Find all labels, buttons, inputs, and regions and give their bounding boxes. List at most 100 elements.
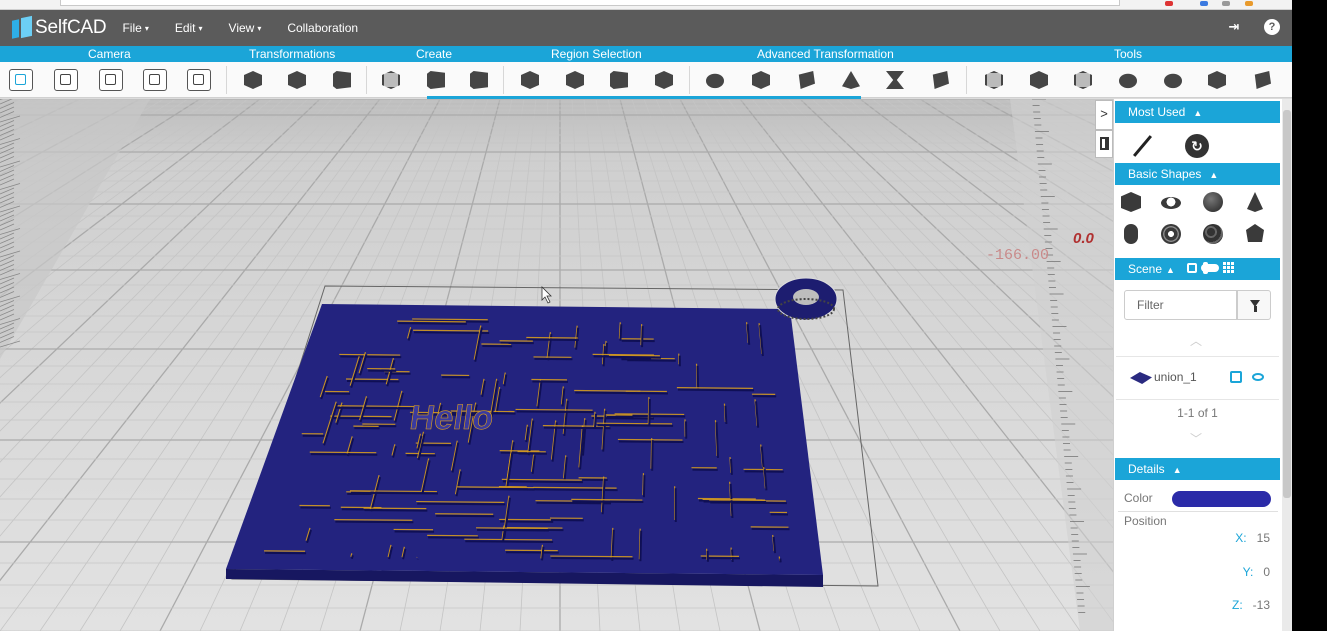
menu-view[interactable]: View ▾ [229,21,262,35]
category-tools[interactable]: Tools [1114,47,1142,61]
browser-extension-icon[interactable] [1200,1,1208,6]
grid-view-icon[interactable] [1223,262,1234,273]
check-tool-icon[interactable] [1250,69,1274,91]
menu-edit[interactable]: Edit ▾ [175,21,203,35]
3d-viewport[interactable]: Hello 0.0 -166.00 [0,99,1113,631]
collapse-icon: ▲ [1166,265,1175,275]
color-swatch[interactable] [1172,491,1271,507]
collapse-panel-button[interactable]: > [1095,100,1113,130]
bevel-icon[interactable] [794,69,818,91]
category-region-selection[interactable]: Region Selection [551,47,642,61]
menu-file[interactable]: File ▾ [122,21,148,35]
select-object-icon[interactable] [652,69,676,91]
axis-label: 0.0 [1073,230,1094,247]
maze-model [226,304,823,575]
bend-icon[interactable] [928,69,952,91]
refresh-icon[interactable]: ↻ [1185,134,1209,158]
details-header[interactable]: Details ▲ [1115,458,1280,480]
coordinate-readout: -166.00 [986,247,1050,264]
cone-icon[interactable] [1244,191,1266,213]
rotate-view-icon[interactable] [143,69,167,91]
scene-filter-input[interactable] [1124,290,1237,320]
category-camera[interactable]: Camera [88,47,131,61]
3d-view-icon[interactable] [9,69,33,91]
taper-icon[interactable] [839,69,863,91]
view-toggle-switch[interactable] [1201,261,1219,274]
create-tool-icon[interactable] [379,69,403,91]
model-text: Hello [408,399,496,437]
extrude-icon[interactable] [703,69,727,91]
select-face-icon[interactable] [607,69,631,91]
category-advanced-transformation[interactable]: Advanced Transformation [757,47,894,61]
select-vertex-icon[interactable] [518,69,542,91]
help-icon[interactable]: ? [1264,19,1280,35]
brush-icon[interactable] [1129,133,1155,159]
scale-tool-icon[interactable] [330,69,354,91]
torus-knot-icon[interactable] [1160,223,1182,245]
subdivide-icon[interactable] [749,69,773,91]
union-tool-icon[interactable] [982,69,1006,91]
logo-text: SelfCAD [35,17,107,38]
selfcad-logo[interactable]: SelfCAD [12,15,107,39]
edit-checkbox-icon[interactable] [1230,371,1242,383]
move-tool-icon[interactable] [241,69,265,91]
slice-tool-icon[interactable] [1205,69,1229,91]
intersection-tool-icon[interactable] [1071,69,1095,91]
chevron-down-icon: ▾ [198,23,203,33]
fill-tool-icon[interactable] [1161,69,1185,91]
scroll-up-icon[interactable]: ︿ [1190,332,1202,349]
rotate-tool-icon[interactable] [285,69,309,91]
position-z[interactable]: Z: -13 [1200,598,1270,612]
category-create[interactable]: Create [416,47,452,61]
difference-tool-icon[interactable] [1027,69,1051,91]
single-view-icon[interactable] [1187,262,1197,273]
panel-layout-toggle[interactable] [1095,130,1113,158]
scene-canvas[interactable]: Hello [0,99,1113,631]
collapse-icon: ▲ [1172,465,1182,475]
collapse-icon: ▲ [1209,170,1219,180]
sign-out-icon[interactable]: ⇥ [1226,19,1242,35]
menubar: SelfCAD File ▾ Edit ▾ View ▾ Collaboration … [0,10,1292,46]
mirror-tool-icon[interactable] [467,69,491,91]
scene-pager: 1-1 of 1 [1177,406,1218,420]
position-y[interactable]: Y: 0 [1200,565,1270,579]
visibility-eye-icon[interactable] [1252,373,1264,381]
select-edge-icon[interactable] [563,69,587,91]
basic-shapes-header[interactable]: Basic Shapes ▲ [1115,163,1280,185]
sphere-icon[interactable] [1202,191,1224,213]
browser-extension-icon[interactable] [1165,1,1173,6]
chevron-down-icon: ▾ [144,23,149,33]
cylinder-icon[interactable] [1120,223,1142,245]
stitch-tool-icon[interactable] [1116,69,1140,91]
browser-extension-icon[interactable] [1245,1,1253,6]
scene-list-item[interactable]: union_1 [1116,356,1279,400]
filter-icon[interactable] [1237,290,1271,320]
scene-view-controls [1187,261,1234,274]
scene-item-name: union_1 [1154,370,1197,384]
collapse-icon: ▲ [1193,108,1203,118]
zoom-icon[interactable] [54,69,78,91]
browser-extension-icon[interactable] [1222,1,1230,6]
selfcad-logo-icon [12,15,32,39]
pan-icon[interactable] [99,69,123,91]
category-transformations[interactable]: Transformations [249,47,335,61]
panel-scrollbar-thumb[interactable] [1283,110,1291,498]
torus-icon[interactable] [1160,191,1182,213]
browser-address-bar[interactable] [60,0,1120,6]
position-label: Position [1124,514,1167,528]
menu-collaboration[interactable]: Collaboration [287,21,358,35]
cube-icon[interactable] [1120,191,1142,213]
toolbar [0,62,1292,98]
scroll-down-icon[interactable]: ﹀ [1190,430,1202,447]
tool-category-bar: Camera Transformations Create Region Sel… [0,46,1292,62]
copy-tool-icon[interactable] [424,69,448,91]
color-label: Color [1124,491,1153,505]
sphere-ball-icon[interactable] [1202,223,1224,245]
chevron-down-icon: ▾ [257,23,262,33]
reset-view-icon[interactable] [187,69,211,91]
twist-icon[interactable] [883,69,907,91]
position-x[interactable]: X: 15 [1200,531,1270,545]
icosahedron-icon[interactable] [1244,223,1266,245]
object-thumbnail [1130,372,1152,384]
most-used-header[interactable]: Most Used ▲ [1115,101,1280,123]
